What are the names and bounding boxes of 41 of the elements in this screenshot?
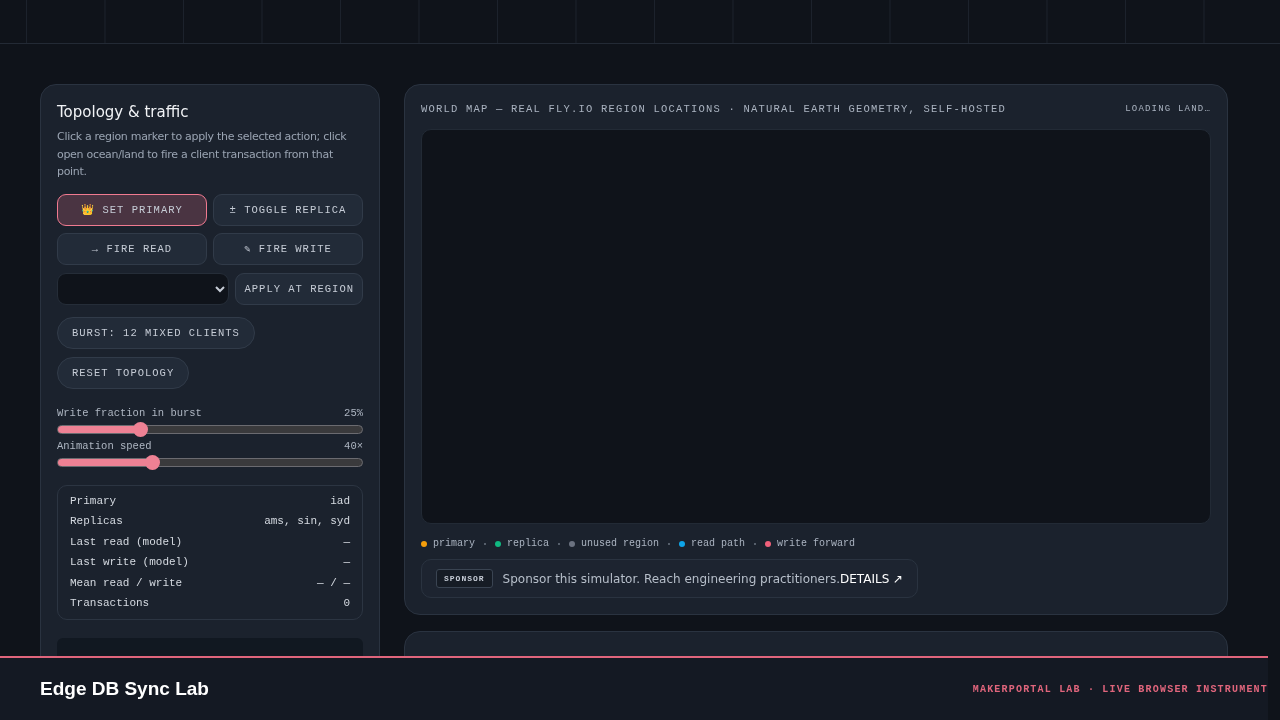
- stat-label: Replicas: [70, 514, 123, 529]
- stat-label: Last write (model): [70, 555, 189, 570]
- apply-button[interactable]: APPLY AT REGION: [235, 272, 363, 305]
- legend-label: read path: [691, 538, 746, 549]
- legend-label: replica: [507, 538, 550, 549]
- details-link[interactable]: DETAILS ↗: [840, 571, 904, 586]
- legend-label: write forward: [777, 538, 856, 549]
- legend-label: primary: [433, 538, 475, 549]
- sponsor-badge: SPONSOR: [436, 569, 493, 588]
- slider-label: Animation speed: [57, 439, 152, 452]
- slider-reading: 40×: [344, 439, 363, 452]
- panel-title: Topology & traffic: [57, 103, 190, 121]
- map-title: WORLD MAP — REAL FLY.IO REGION LOCATIONS · NATURAL EARTH GEOMETRY, SELF-HOSTED: [421, 103, 1007, 115]
- legend-label: unused region: [581, 538, 660, 549]
- slider-reading: 25%: [344, 406, 363, 419]
- burst-button[interactable]: BURST: 12 MIXED CLIENTS: [57, 316, 255, 349]
- action-button[interactable]: ✎ FIRE WRITE: [213, 232, 363, 265]
- stat-value: ams, sin, syd: [264, 514, 350, 529]
- sponsor-text: Sponsor this simulator. Reach engineering practitioners.: [502, 571, 840, 586]
- stat-label: Mean read / write: [70, 575, 183, 590]
- stat-value: iad: [330, 493, 350, 508]
- action-button[interactable]: ± TOGGLE REPLICA: [213, 193, 363, 226]
- stat-value: — / —: [317, 575, 350, 590]
- action-button[interactable]: → FIRE READ: [57, 232, 207, 265]
- map-status: LOADING LAND…: [1125, 104, 1211, 114]
- footer-title: Edge DB Sync Lab: [40, 678, 209, 700]
- stat-value: —: [343, 534, 350, 549]
- reset-button[interactable]: RESET TOPOLOGY: [57, 356, 190, 389]
- slider-thumb[interactable]: [145, 454, 161, 470]
- stat-label: Last read (model): [70, 534, 183, 549]
- panel-description: Click a region marker to apply the selected action; click open ocean/land to fire a client transaction from that point.: [57, 129, 348, 180]
- action-button[interactable]: 👑 SET PRIMARY: [57, 193, 207, 226]
- stat-value: 0: [343, 596, 350, 611]
- stat-value: —: [343, 555, 350, 570]
- stat-label: Transactions: [70, 596, 150, 611]
- footer-tagline: MAKERPORTAL LAB · LIVE BROWSER INSTRUMENT: [972, 683, 1268, 695]
- stat-label: Primary: [70, 493, 117, 508]
- slider-track[interactable]: [57, 457, 363, 467]
- slider-label: Write fraction in burst: [57, 406, 202, 419]
- slider-track[interactable]: [57, 424, 363, 434]
- slider-thumb[interactable]: [133, 421, 149, 437]
